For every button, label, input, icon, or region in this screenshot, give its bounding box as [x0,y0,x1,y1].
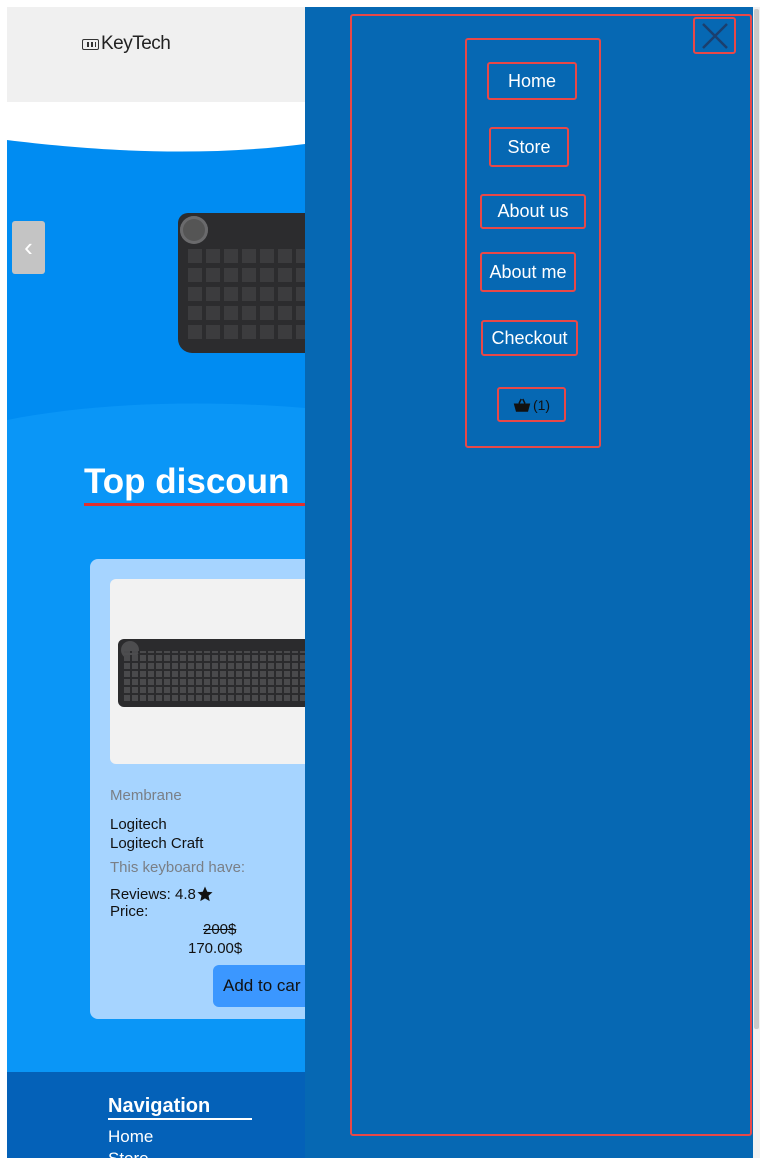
drawer-item-home[interactable]: Home [487,62,577,100]
product-image[interactable] [110,579,305,764]
product-feature-label: This keyboard have: [110,859,246,876]
close-icon [701,22,728,49]
logo-text: KeyTech [101,33,171,54]
carousel-prev-button[interactable]: ‹ [12,221,45,274]
product-category: Membrane [110,787,182,804]
drawer-item-checkout[interactable]: Checkout [481,320,578,356]
add-to-cart-button[interactable]: Add to car [213,965,305,1007]
reviews-label: Reviews: 4.8 [110,885,196,903]
keyboard-icon [82,38,99,50]
section-title-underline [84,503,305,506]
hero-keyboard-image [178,213,308,353]
chevron-left-icon: ‹ [24,232,33,262]
cart-button[interactable]: (1) [497,387,566,422]
footer-link-home[interactable]: Home [108,1127,153,1147]
product-name: Logitech Craft [110,835,204,852]
close-button[interactable] [693,17,736,54]
scrollbar-thumb[interactable] [754,9,759,1029]
section-title: Top discoun [84,462,290,501]
product-reviews: Reviews: 4.8 [110,885,214,903]
basket-icon [513,398,531,412]
cart-count: (1) [532,396,551,413]
new-price: 170.00$ [188,940,243,957]
product-brand: Logitech [110,816,167,833]
drawer-item-about-us[interactable]: About us [480,194,586,229]
old-price: 200$ [203,921,237,938]
drawer-item-about-me[interactable]: About me [480,252,576,292]
footer-title-underline [108,1118,252,1120]
footer-nav-title: Navigation [108,1095,211,1117]
price-label: Price: [110,903,149,920]
footer-link-store[interactable]: Store [108,1149,149,1169]
drawer-item-store[interactable]: Store [489,127,569,167]
logo[interactable]: KeyTech [82,33,171,55]
star-icon [197,886,213,902]
